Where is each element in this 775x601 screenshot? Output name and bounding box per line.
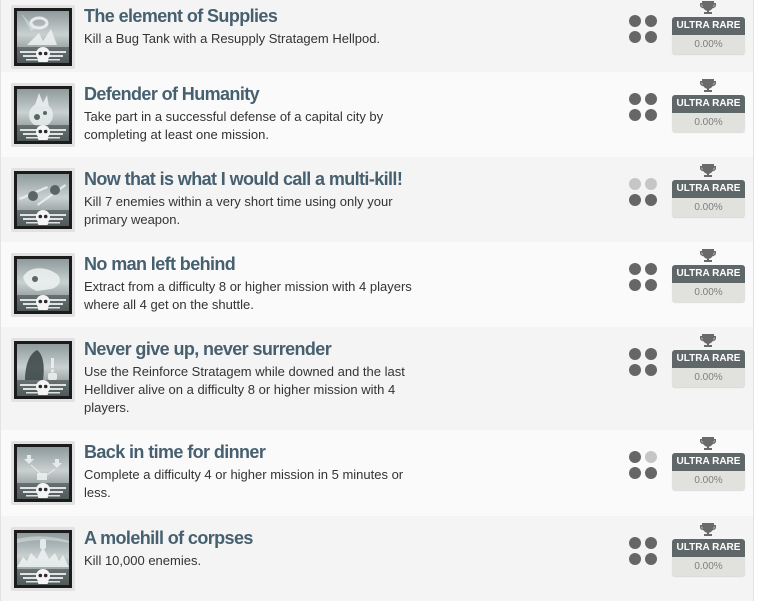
- progress-dot: [645, 537, 657, 549]
- achievement-icon: [11, 253, 75, 317]
- achievement-list: The element of Supplies Kill a Bug Tank …: [0, 0, 754, 601]
- unlock-percentage: 0.00%: [672, 35, 745, 54]
- rarity-badge: ULTRA RARE: [672, 539, 745, 557]
- progress-dots: [629, 537, 659, 567]
- progress-dot: [629, 93, 641, 105]
- progress-dot: [645, 15, 657, 27]
- unlock-percentage: 0.00%: [672, 113, 745, 132]
- unlock-percentage: 0.00%: [672, 557, 745, 576]
- progress-dot: [629, 194, 641, 206]
- achievement-icon: [11, 83, 75, 147]
- corpse-pile-icon: [17, 536, 69, 585]
- progress-dot: [645, 553, 657, 565]
- progress-dot: [629, 279, 641, 291]
- achievement-description: Extract from a difficulty 8 or higher mi…: [84, 279, 412, 312]
- unlock-percentage: 0.00%: [672, 198, 745, 217]
- unlock-percentage: 0.00%: [672, 368, 745, 387]
- reinforce-icon: [17, 350, 69, 396]
- achievement-title: Now that is what I would call a multi-ki…: [84, 169, 403, 189]
- progress-dots: [629, 178, 659, 208]
- trophy-icon: [700, 334, 716, 347]
- achievement-icon: [11, 338, 75, 402]
- achievement-row-1: The element of Supplies Kill a Bug Tank …: [1, 0, 753, 72]
- achievement-icon: [11, 168, 75, 232]
- achievement-title: Never give up, never surrender: [84, 339, 332, 359]
- unlock-percentage: 0.00%: [672, 283, 745, 302]
- trophy-icon: [700, 249, 716, 262]
- progress-dot: [629, 263, 641, 275]
- achievement-title: No man left behind: [84, 254, 236, 274]
- rarity-badge: ULTRA RARE: [672, 95, 745, 113]
- achievement-description: Use the Reinforce Stratagem while downed…: [84, 364, 405, 415]
- achievement-description: Kill 10,000 enemies.: [84, 553, 202, 568]
- achievement-row-7: A molehill of corpses Kill 10,000 enemie…: [1, 516, 753, 601]
- progress-dot: [645, 31, 657, 43]
- progress-dot: [645, 178, 657, 190]
- progress-dot: [645, 348, 657, 360]
- progress-dot: [629, 31, 641, 43]
- rarity-badge: ULTRA RARE: [672, 350, 745, 368]
- trophy-icon: [700, 79, 716, 92]
- achievement-title: A molehill of corpses: [84, 528, 253, 548]
- achievement-description: Kill a Bug Tank with a Resupply Stratage…: [84, 31, 381, 46]
- progress-dot: [629, 364, 641, 376]
- unlock-percentage: 0.00%: [672, 471, 745, 490]
- trophy-icon: [700, 523, 716, 536]
- burning-planet-icon: [17, 93, 69, 141]
- progress-dot: [645, 109, 657, 121]
- progress-dot: [629, 15, 641, 27]
- achievement-icon: [11, 5, 75, 69]
- achievement-icon: [11, 441, 75, 505]
- achievement-title: The element of Supplies: [84, 6, 278, 26]
- progress-dot: [645, 263, 657, 275]
- achievement-description: Complete a difficulty 4 or higher missio…: [84, 467, 404, 500]
- progress-dot: [645, 279, 657, 291]
- achievement-row-2: Defender of Humanity Take part in a succ…: [1, 72, 753, 157]
- mission-route-icon: [17, 455, 69, 499]
- progress-dot: [645, 451, 657, 463]
- trophy-icon: [700, 437, 716, 450]
- progress-dot: [629, 348, 641, 360]
- progress-dot: [629, 553, 641, 565]
- achievement-title: Back in time for dinner: [84, 442, 266, 462]
- progress-dot: [645, 467, 657, 479]
- progress-dots: [629, 15, 659, 45]
- achievement-row-5: Never give up, never surrender Use the R…: [1, 327, 753, 430]
- achievement-description: Kill 7 enemies within a very short time …: [84, 194, 393, 227]
- progress-dot: [629, 467, 641, 479]
- shuttle-icon: [17, 268, 69, 311]
- achievement-row-4: No man left behind Extract from a diffic…: [1, 242, 753, 327]
- rarity-badge: ULTRA RARE: [672, 265, 745, 283]
- achievement-row-6: Back in time for dinner Complete a diffi…: [1, 430, 753, 516]
- progress-dots: [629, 93, 659, 123]
- achievement-row-3: Now that is what I would call a multi-ki…: [1, 157, 753, 242]
- progress-dots: [629, 263, 659, 293]
- achievement-description: Take part in a successful defense of a c…: [84, 109, 384, 142]
- gunfire-icon: [17, 184, 69, 226]
- trophy-icon: [700, 1, 716, 14]
- rarity-badge: ULTRA RARE: [672, 453, 745, 471]
- rarity-badge: ULTRA RARE: [672, 180, 745, 198]
- progress-dot: [629, 178, 641, 190]
- progress-dot: [645, 194, 657, 206]
- achievement-title: Defender of Humanity: [84, 84, 260, 104]
- achievement-icon: [11, 527, 75, 591]
- progress-dots: [629, 451, 659, 481]
- rarity-badge: ULTRA RARE: [672, 17, 745, 35]
- progress-dot: [645, 364, 657, 376]
- progress-dot: [645, 93, 657, 105]
- progress-dot: [629, 109, 641, 121]
- progress-dots: [629, 348, 659, 378]
- progress-dot: [629, 451, 641, 463]
- trophy-icon: [700, 164, 716, 177]
- progress-dot: [629, 537, 641, 549]
- resupply-hellpod-icon: [17, 13, 69, 63]
